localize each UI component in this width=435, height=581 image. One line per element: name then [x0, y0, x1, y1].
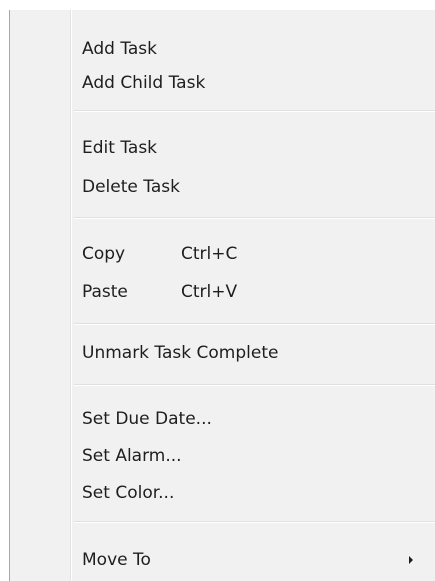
menu-item-copy[interactable]: Copy Ctrl+C: [74, 237, 425, 271]
menu-item-label: Move To: [82, 550, 151, 570]
menu-item-set-color[interactable]: Set Color...: [74, 476, 425, 510]
menu-separator: [74, 110, 435, 112]
menu-item-label: Delete Task: [82, 177, 180, 197]
menu-item-label: Add Task: [82, 39, 158, 59]
menu-item-shortcut: Ctrl+V: [181, 282, 238, 302]
menu-item-label: Unmark Task Complete: [82, 343, 279, 363]
menu-item-label: Paste: [82, 282, 128, 302]
menu-item-label: Add Child Task: [82, 73, 206, 93]
chevron-right-icon: [409, 556, 413, 564]
menu-item-shortcut: Ctrl+C: [181, 244, 238, 264]
menu-separator: [74, 521, 435, 523]
menu-item-label: Set Alarm...: [82, 446, 182, 466]
icon-gutter: [10, 10, 71, 581]
menu-item-label: Copy: [82, 244, 126, 264]
menu-separator: [74, 384, 435, 386]
context-menu: Add Task Add Child Task Edit Task Delete…: [9, 10, 435, 581]
menu-item-edit-task[interactable]: Edit Task: [74, 131, 425, 165]
menu-item-paste[interactable]: Paste Ctrl+V: [74, 275, 425, 309]
menu-item-move-to[interactable]: Move To: [74, 543, 425, 577]
menu-item-add-task[interactable]: Add Task: [74, 32, 425, 66]
menu-item-label: Edit Task: [82, 138, 158, 158]
menu-item-set-due-date[interactable]: Set Due Date...: [74, 402, 425, 436]
menu-item-add-child-task[interactable]: Add Child Task: [74, 66, 425, 100]
menu-separator: [74, 323, 435, 325]
menu-item-delete-task[interactable]: Delete Task: [74, 170, 425, 204]
menu-item-label: Set Color...: [82, 483, 175, 503]
menu-item-label: Set Due Date...: [82, 409, 212, 429]
menu-separator: [74, 217, 435, 219]
menu-item-set-alarm[interactable]: Set Alarm...: [74, 439, 425, 473]
menu-item-unmark-task-complete[interactable]: Unmark Task Complete: [74, 336, 425, 370]
